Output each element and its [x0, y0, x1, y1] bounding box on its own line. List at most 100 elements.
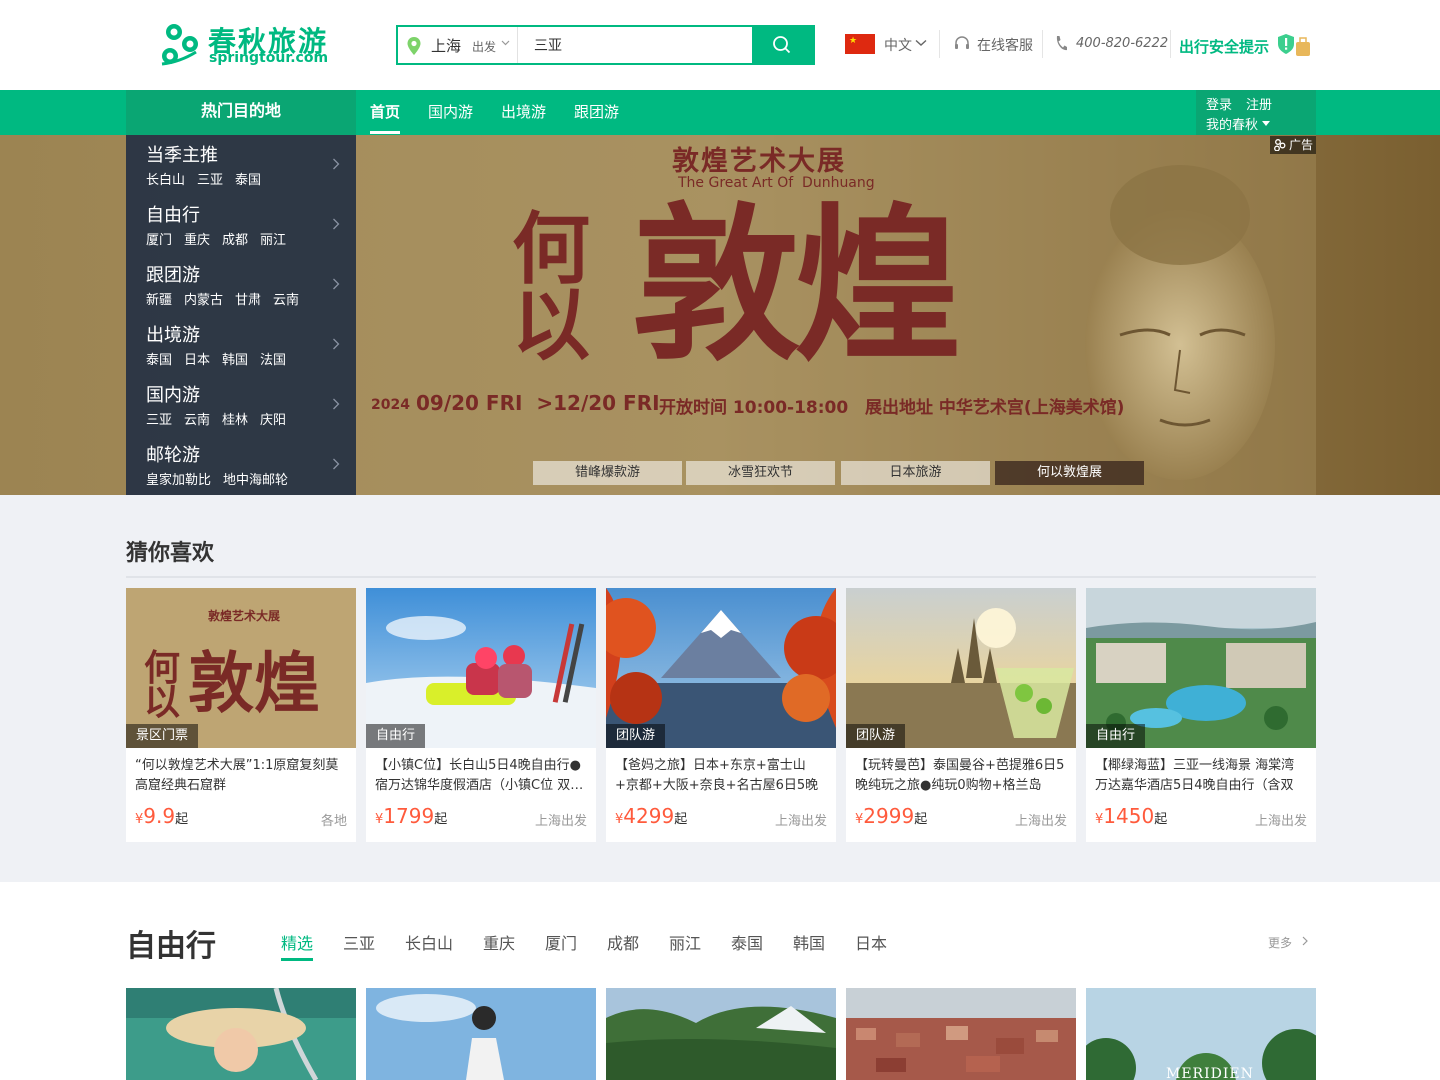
main-nav: 热门目的地 首页 国内游 出境游 跟团游 登录 注册 我的春秋 — [0, 90, 1440, 135]
caret-down-icon[interactable] — [1262, 121, 1270, 126]
menu-sub-link[interactable]: 新疆 — [146, 293, 172, 308]
menu-item-group-tour[interactable]: 跟团游 新疆 内蒙古 甘肃 云南 — [126, 255, 356, 315]
free-travel-card-image[interactable] — [606, 988, 836, 1080]
menu-sub-link[interactable]: 三亚 — [197, 173, 223, 188]
menu-sub-link[interactable]: 皇家加勒比 — [146, 473, 211, 488]
china-flag-icon[interactable]: ★ — [845, 34, 875, 54]
more-link[interactable]: 更多 — [1268, 934, 1292, 951]
chevron-right-icon — [333, 338, 340, 350]
menu-sub-link[interactable]: 成都 — [222, 233, 248, 248]
login-link[interactable]: 登录 — [1206, 94, 1232, 113]
nav-domestic[interactable]: 国内游 — [428, 101, 473, 122]
price-suffix: 起 — [674, 812, 688, 827]
svg-text:敦煌: 敦煌 — [188, 644, 320, 722]
menu-item-title: 当季主推 — [146, 145, 218, 166]
product-card[interactable]: 敦煌艺术大展 何 以 敦煌 景区门票 “何以敦煌艺术大展”1:1原窟复刻莫高窟经… — [126, 588, 356, 842]
chevron-down-icon[interactable] — [915, 39, 927, 47]
departure-from: 上海出发 — [774, 814, 827, 829]
product-title[interactable]: 【玩转曼芭】泰国曼谷+芭提雅6日5晚纯玩之旅●纯玩0购物+格兰岛出… — [855, 756, 1067, 796]
menu-sub-link[interactable]: 长白山 — [146, 173, 185, 188]
divider — [126, 576, 1316, 578]
free-travel-card-image[interactable] — [846, 988, 1076, 1080]
menu-sub-link[interactable]: 地中海邮轮 — [223, 473, 288, 488]
springtour-logo[interactable]: 春秋旅游 springtour.com — [156, 20, 328, 68]
product-title[interactable]: 【爸妈之旅】日本+东京+富士山+京都+大阪+奈良+名古屋6日5晚跟团… — [615, 756, 827, 796]
banner-tab[interactable]: 日本旅游 — [841, 461, 990, 485]
nav-home[interactable]: 首页 — [370, 101, 400, 122]
menu-item-links: 皇家加勒比 地中海邮轮 — [146, 469, 300, 488]
nav-outbound[interactable]: 出境游 — [501, 101, 546, 122]
tab-destination[interactable]: 成都 — [607, 930, 639, 954]
menu-item-cruise[interactable]: 邮轮游 皇家加勒比 地中海邮轮 — [126, 435, 356, 495]
language-selector[interactable]: 中文 — [884, 35, 912, 55]
price-value: 4299 — [623, 804, 675, 828]
menu-sub-link[interactable]: 泰国 — [235, 173, 261, 188]
menu-sub-link[interactable]: 桂林 — [222, 413, 248, 428]
product-type-badge: 景区门票 — [126, 724, 199, 748]
free-travel-card-image[interactable] — [366, 988, 596, 1080]
product-title[interactable]: 【小镇C位】长白山5日4晚自由行●宿万达锦华度假酒店（小镇C位 双… — [375, 756, 587, 796]
banner-tab[interactable]: 错峰爆款游 — [533, 461, 682, 485]
nav-active-indicator — [370, 131, 400, 134]
hot-destinations-title[interactable]: 热门目的地 — [126, 90, 356, 135]
menu-sub-link[interactable]: 韩国 — [222, 353, 248, 368]
headline-dunhuang: 敦煌 — [632, 186, 962, 384]
site-header: 春秋旅游 springtour.com 上海 出发 ★ 中文 在线客服 — [0, 0, 1440, 90]
product-card[interactable]: 自由行 【椰绿海蓝】三亚一线海景 海棠湾万达嘉华酒店5日4晚自由行（含双人… ¥… — [1086, 588, 1316, 842]
product-type-badge: 自由行 — [366, 724, 426, 748]
product-card[interactable]: 团队游 【玩转曼芭】泰国曼谷+芭提雅6日5晚纯玩之旅●纯玩0购物+格兰岛出… ¥… — [846, 588, 1076, 842]
menu-sub-link[interactable]: 日本 — [184, 353, 210, 368]
banner-tab[interactable]: 冰雪狂欢节 — [686, 461, 835, 485]
chevron-right-icon[interactable] — [1302, 936, 1308, 946]
user-panel: 登录 注册 我的春秋 — [1196, 90, 1316, 135]
menu-sub-link[interactable]: 三亚 — [146, 413, 172, 428]
chevron-right-icon — [333, 218, 340, 230]
departure-city-select[interactable]: 上海 出发 — [398, 27, 518, 63]
register-link[interactable]: 注册 — [1246, 94, 1272, 113]
tab-destination[interactable]: 韩国 — [793, 930, 825, 954]
menu-sub-link[interactable]: 云南 — [184, 413, 210, 428]
menu-item-domestic[interactable]: 国内游 三亚 云南 桂林 庆阳 — [126, 375, 356, 435]
menu-item-title: 邮轮游 — [146, 445, 200, 466]
nav-group-tour[interactable]: 跟团游 — [574, 101, 619, 122]
svg-text:敦煌艺术大展: 敦煌艺术大展 — [208, 608, 280, 623]
menu-sub-link[interactable]: 法国 — [260, 353, 286, 368]
online-customer-service-link[interactable]: 在线客服 — [977, 35, 1033, 55]
tab-destination[interactable]: 重庆 — [483, 930, 515, 954]
menu-sub-link[interactable]: 庆阳 — [260, 413, 286, 428]
menu-sub-link[interactable]: 内蒙古 — [184, 293, 223, 308]
free-travel-card-image[interactable] — [126, 988, 356, 1080]
departure-from: 上海出发 — [1254, 814, 1307, 829]
my-springtour-link[interactable]: 我的春秋 — [1206, 114, 1258, 133]
menu-item-seasonal[interactable]: 当季主推 长白山 三亚 泰国 — [126, 135, 356, 195]
logo-mark-icon — [161, 24, 198, 66]
menu-sub-link[interactable]: 云南 — [273, 293, 299, 308]
menu-item-free-travel[interactable]: 自由行 厦门 重庆 成都 丽江 — [126, 195, 356, 255]
product-title[interactable]: 【椰绿海蓝】三亚一线海景 海棠湾万达嘉华酒店5日4晚自由行（含双人… — [1095, 756, 1307, 796]
product-type-badge: 团队游 — [846, 724, 906, 748]
tab-destination[interactable]: 三亚 — [343, 930, 375, 954]
product-card[interactable]: 自由行 【小镇C位】长白山5日4晚自由行●宿万达锦华度假酒店（小镇C位 双… ¥… — [366, 588, 596, 842]
tab-destination[interactable]: 丽江 — [669, 930, 701, 954]
menu-sub-link[interactable]: 泰国 — [146, 353, 172, 368]
menu-sub-link[interactable]: 丽江 — [260, 233, 286, 248]
tab-destination[interactable]: 长白山 — [405, 930, 453, 954]
product-title[interactable]: “何以敦煌艺术大展”1:1原窟复刻莫高窟经典石窟群 — [135, 756, 347, 796]
menu-sub-link[interactable]: 甘肃 — [235, 293, 261, 308]
product-card[interactable]: 团队游 【爸妈之旅】日本+东京+富士山+京都+大阪+奈良+名古屋6日5晚跟团… … — [606, 588, 836, 842]
price-suffix: 起 — [914, 812, 928, 827]
price-suffix: 起 — [434, 812, 448, 827]
search-input[interactable] — [520, 27, 752, 63]
search-button[interactable] — [752, 27, 813, 63]
tab-featured[interactable]: 精选 — [281, 930, 313, 954]
menu-item-outbound[interactable]: 出境游 泰国 日本 韩国 法国 — [126, 315, 356, 375]
tab-destination[interactable]: 泰国 — [731, 930, 763, 954]
menu-sub-link[interactable]: 厦门 — [146, 233, 172, 248]
menu-item-links: 三亚 云南 桂林 庆阳 — [146, 409, 298, 428]
banner-tab-active[interactable]: 何以敦煌展 — [995, 461, 1144, 485]
tab-destination[interactable]: 日本 — [855, 930, 887, 954]
travel-safety-link[interactable]: 出行安全提示 — [1179, 36, 1269, 57]
menu-sub-link[interactable]: 重庆 — [184, 233, 210, 248]
free-travel-card-image[interactable]: MERIDIEN — [1086, 988, 1316, 1080]
tab-destination[interactable]: 厦门 — [545, 930, 577, 954]
